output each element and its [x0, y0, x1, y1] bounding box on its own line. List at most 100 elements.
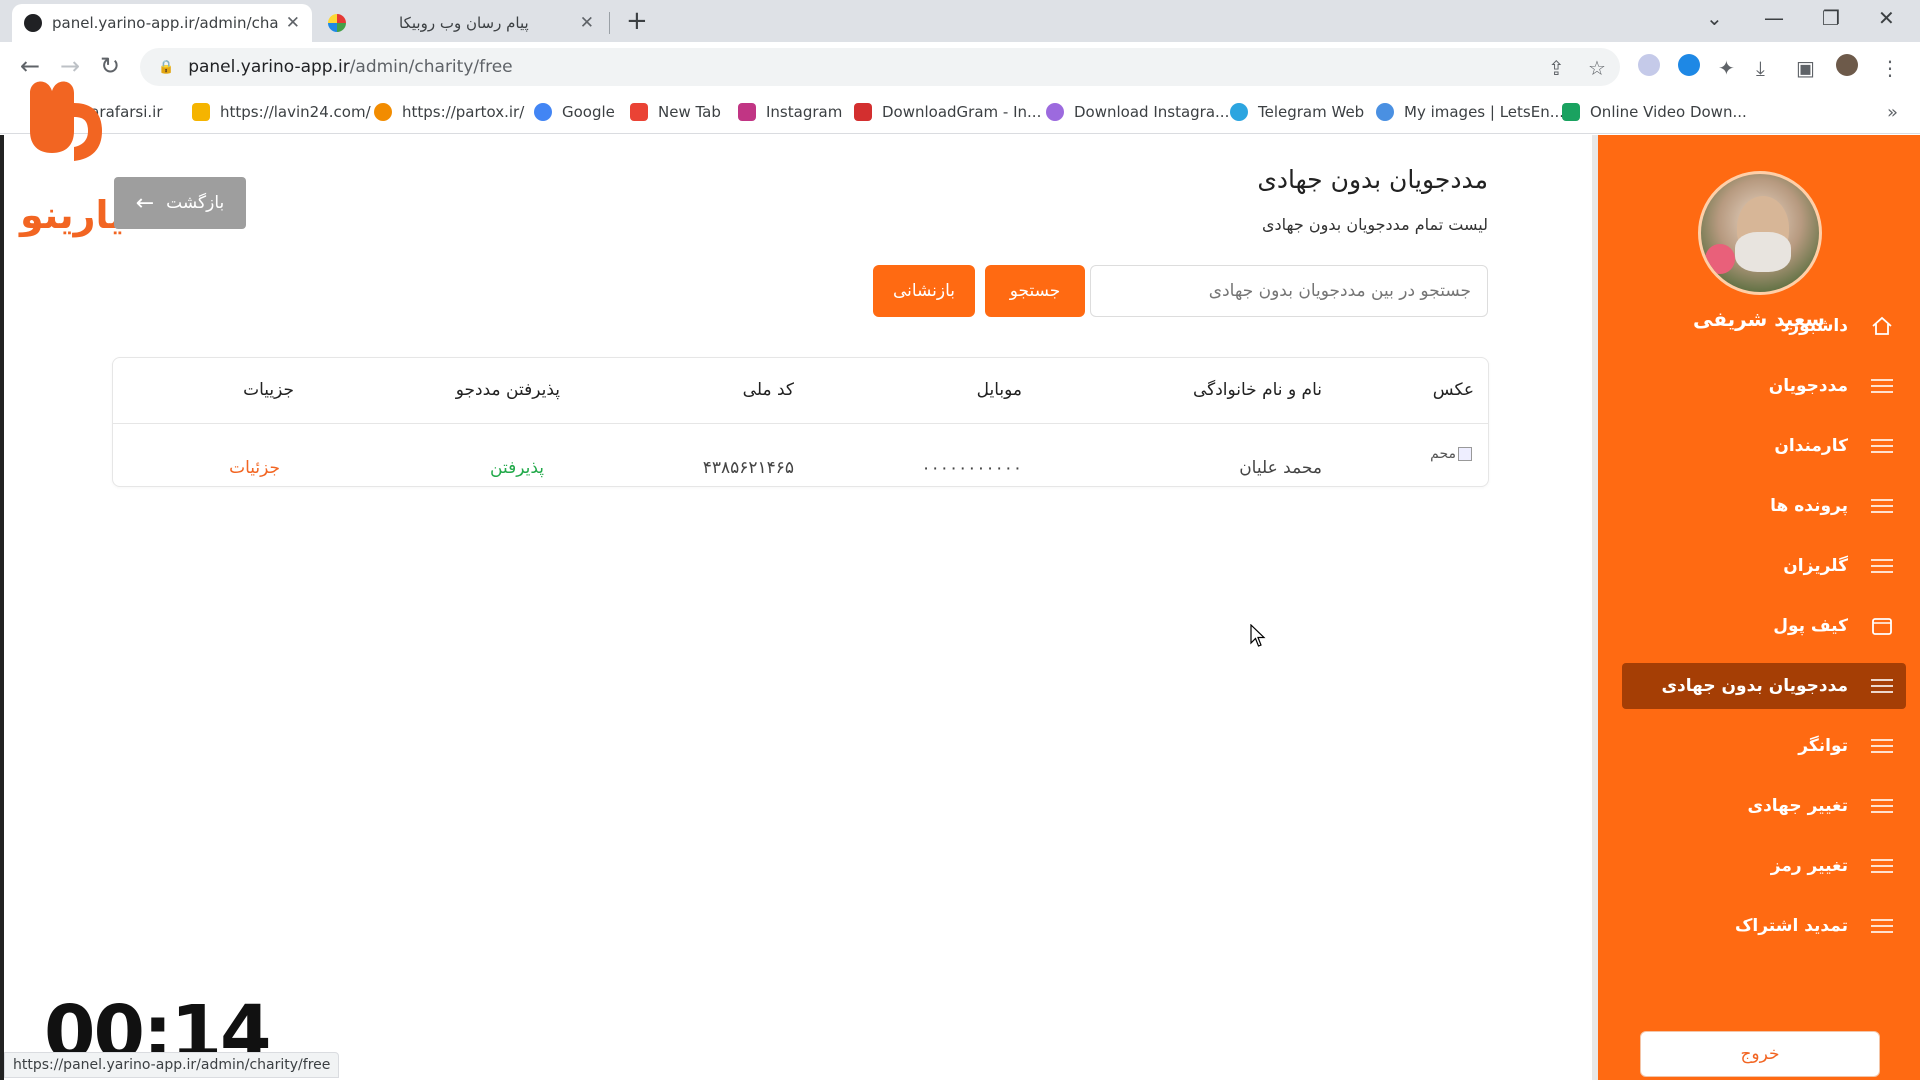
close-tab-icon[interactable]: ✕	[580, 13, 594, 33]
sidebar-item-wallet[interactable]: کیف پول	[1622, 603, 1906, 649]
bookmark-label: Instagram	[766, 103, 843, 121]
more-bookmarks-icon[interactable]: »	[1887, 102, 1898, 123]
column-header-photo: عکس	[1432, 380, 1474, 400]
site-favicon-icon	[24, 14, 42, 32]
wallet-icon	[1870, 614, 1894, 638]
browser-tab-active[interactable]: panel.yarino-app.ir/admin/charit ✕	[12, 4, 312, 42]
tab-title: پیام رسان وب روبیکا	[399, 14, 529, 32]
sidebar-item-tavangar[interactable]: توانگر	[1622, 723, 1906, 769]
lock-icon: 🔒	[158, 59, 175, 75]
bookmark-item[interactable]: https://partox.ir/	[374, 103, 524, 121]
reset-button[interactable]: بازنشانی	[873, 265, 975, 317]
bookmark-item[interactable]: Download Instagra...	[1046, 103, 1229, 121]
downloadgram-icon	[854, 103, 872, 121]
partox-icon	[374, 103, 392, 121]
bookmark-label: Telegram Web	[1258, 103, 1365, 121]
mouse-cursor-icon	[1250, 624, 1266, 647]
kebab-menu-icon[interactable]: ⋮	[1880, 56, 1900, 80]
sidebar-item-label: پرونده ها	[1770, 496, 1848, 516]
close-tab-icon[interactable]: ✕	[286, 13, 300, 33]
bookmark-label: https://partox.ir/	[402, 103, 525, 121]
letsenhance-icon	[1376, 103, 1394, 121]
bookmark-item[interactable]: https://lavin24.com/	[192, 103, 371, 121]
broken-image-icon	[1458, 447, 1472, 461]
search-input[interactable]	[1090, 265, 1488, 317]
restore-icon[interactable]: ❐	[1822, 6, 1840, 30]
bookmark-label: Online Video Down...	[1590, 103, 1747, 121]
new-tab-icon[interactable]: +	[626, 6, 648, 36]
sidebar-item-golrizan[interactable]: گلریزان	[1622, 543, 1906, 589]
close-window-icon[interactable]: ✕	[1878, 6, 1895, 30]
column-header-name: نام و نام خانوادگی	[1192, 380, 1322, 400]
search-button[interactable]: جستجو	[985, 265, 1085, 317]
gmail-icon	[630, 103, 648, 121]
sidebar-item-label: کیف پول	[1773, 616, 1848, 636]
profile-avatar-icon[interactable]	[1836, 54, 1858, 76]
sidebar-item-change-password[interactable]: تغییر رمز	[1622, 843, 1906, 889]
menu-icon	[1870, 494, 1894, 518]
bookmark-item[interactable]: New Tab	[630, 103, 721, 121]
sidebar-item-change-jihadi[interactable]: تغییر جهادی	[1622, 783, 1906, 829]
shield-extension-icon[interactable]	[1638, 54, 1660, 76]
home-icon	[1870, 314, 1894, 338]
tab-title: panel.yarino-app.ir/admin/charit	[52, 14, 278, 32]
cell-national-code: ۴۳۸۵۶۲۱۴۶۵	[702, 458, 794, 478]
puzzle-icon[interactable]: ✦	[1718, 56, 1735, 80]
bookmark-star-icon[interactable]: ☆	[1588, 56, 1606, 80]
column-header-accept: پذیرفتن مددجو	[455, 380, 560, 400]
lavin-icon	[192, 103, 210, 121]
column-header-mobile: موبایل	[976, 380, 1022, 400]
side-panel-icon[interactable]: ▣	[1796, 56, 1815, 80]
sidebar-item-beneficiaries[interactable]: مددجویان	[1622, 363, 1906, 409]
browser-tab-rubika[interactable]: پیام رسان وب روبیکا ✕	[316, 4, 606, 42]
sidebar-item-label: تغییر جهادی	[1747, 796, 1848, 816]
bookmark-label: New Tab	[658, 103, 721, 121]
page-title: مددجویان بدون جهادی	[1257, 165, 1488, 194]
column-header-national-code: کد ملی	[742, 380, 794, 400]
vpn-extension-icon[interactable]	[1678, 54, 1700, 76]
url-path: /admin/charity/free	[349, 57, 513, 77]
accept-link[interactable]: پذیرفتن	[490, 458, 544, 478]
table-header: عکس نام و نام خانوادگی موبایل کد ملی پذی…	[113, 358, 1488, 424]
sidebar-item-label: تغییر رمز	[1770, 856, 1848, 876]
details-link[interactable]: جزئیات	[229, 458, 280, 478]
photo-alt-text: محم	[1430, 446, 1456, 462]
menu-icon	[1870, 434, 1894, 458]
bookmark-item[interactable]: Online Video Down...	[1562, 103, 1747, 121]
google-icon	[534, 103, 552, 121]
sidebar-item-label: داشبورد	[1780, 316, 1848, 336]
bookmark-item[interactable]: Instagram	[738, 103, 842, 121]
browser-tab-strip: panel.yarino-app.ir/admin/charit ✕ پیام …	[0, 0, 1920, 42]
flower-shape	[1705, 244, 1735, 274]
video-download-icon	[1562, 103, 1580, 121]
share-icon[interactable]: ⇪	[1548, 56, 1565, 80]
sidebar-item-label: مددجویان	[1768, 376, 1848, 396]
bookmark-item[interactable]: My images | LetsEn...	[1376, 103, 1564, 121]
download-icon[interactable]: ⤓	[1756, 56, 1765, 80]
logout-button[interactable]: خروج	[1640, 1031, 1880, 1077]
sidebar-item-employees[interactable]: کارمندان	[1622, 423, 1906, 469]
bookmark-label: DownloadGram - In...	[882, 103, 1042, 121]
window-edge	[0, 135, 4, 1080]
browser-toolbar: ← → ↻ 🔒 panel.yarino-app.ir/admin/charit…	[0, 42, 1920, 94]
address-bar[interactable]: 🔒 panel.yarino-app.ir/admin/charity/free	[140, 48, 1620, 86]
beneficiary-photo: محم	[1430, 446, 1472, 462]
bookmark-item[interactable]: DownloadGram - In...	[854, 103, 1041, 121]
sidebar-item-no-jihadi[interactable]: مددجویان بدون جهادی	[1622, 663, 1906, 709]
sidebar-item-label: تمدید اشتراک	[1734, 916, 1848, 936]
bookmark-item[interactable]: Telegram Web	[1230, 103, 1364, 121]
minimize-icon[interactable]: —	[1764, 6, 1784, 30]
sidebar-item-renew-subscription[interactable]: تمدید اشتراک	[1622, 903, 1906, 949]
sidebar-item-files[interactable]: پرونده ها	[1622, 483, 1906, 529]
tab-search-icon[interactable]: ⌄	[1706, 6, 1723, 30]
tab-separator	[609, 12, 610, 34]
beard-shape	[1735, 232, 1791, 272]
bookmark-item[interactable]: Google	[534, 103, 615, 121]
menu-icon	[1870, 554, 1894, 578]
bookmark-label: https://lavin24.com/	[220, 103, 371, 121]
menu-icon	[1870, 914, 1894, 938]
arrow-left-icon: ←	[135, 190, 155, 216]
bookmarks-bar: w...esarafarsi.ir https://lavin24.com/ h…	[0, 94, 1920, 134]
back-button[interactable]: ← بازگشت	[114, 177, 246, 229]
sidebar-item-dashboard[interactable]: داشبورد	[1622, 303, 1906, 349]
